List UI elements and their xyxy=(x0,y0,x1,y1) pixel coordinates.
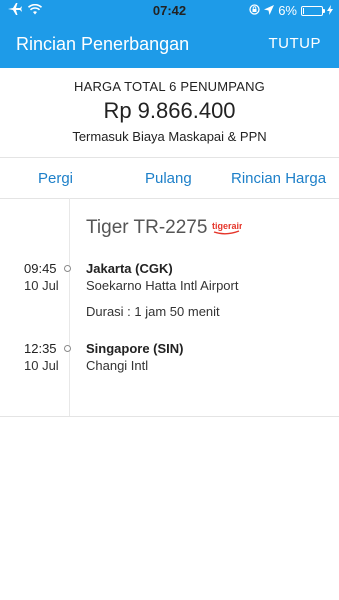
total-price-label: HARGA TOTAL 6 PENUMPANG xyxy=(74,79,265,94)
tab-pulang[interactable]: Pulang xyxy=(145,170,192,187)
airline-logo: tigerair xyxy=(212,219,243,237)
departure-city: Jakarta (CGK) xyxy=(86,261,173,276)
arrival-date: 10 Jul xyxy=(24,358,59,373)
app-header: 07:42 6% Rincian Penerbangan TUTUP xyxy=(0,0,339,68)
battery-percent: 6% xyxy=(278,3,297,18)
nav-bar: Rincian Penerbangan TUTUP xyxy=(0,22,339,68)
total-price: Rp 9.866.400 xyxy=(103,98,236,123)
departure-dot xyxy=(64,265,71,272)
departure-date: 10 Jul xyxy=(24,278,59,293)
airline-logo-text: tigerair xyxy=(212,221,242,231)
status-bar: 07:42 6% xyxy=(0,0,339,22)
departure-time: 09:45 xyxy=(24,261,57,276)
page-title: Rincian Penerbangan xyxy=(16,34,190,54)
arrival-time: 12:35 xyxy=(24,341,57,356)
price-note: Termasuk Biaya Maskapai & PPN xyxy=(72,129,267,144)
flight-name: Tiger TR-2275 xyxy=(86,217,208,238)
status-right: 6% xyxy=(249,3,333,18)
battery-fill xyxy=(303,7,304,14)
arrival-city: Singapore (SIN) xyxy=(86,341,184,356)
tab-pergi[interactable]: Pergi xyxy=(38,170,73,187)
location-icon xyxy=(264,3,275,18)
flight-duration: Durasi : 1 jam 50 menit xyxy=(86,304,220,319)
rotation-lock-icon xyxy=(249,3,260,18)
charging-icon xyxy=(327,3,333,18)
price-summary: HARGA TOTAL 6 PENUMPANG Rp 9.866.400 Ter… xyxy=(0,68,339,158)
battery-icon xyxy=(301,5,325,16)
departure-airport: Soekarno Hatta Intl Airport xyxy=(86,278,239,293)
flight-detail: Tiger TR-2275 tigerair 09:45 10 Jul Jaka… xyxy=(0,198,339,417)
tab-rincian-harga[interactable]: Rincian Harga xyxy=(231,170,326,187)
timeline-line xyxy=(69,198,70,416)
arrival-airport: Changi Intl xyxy=(86,358,149,373)
tab-bar: Pergi Pulang Rincian Harga xyxy=(0,157,339,199)
close-button[interactable]: TUTUP xyxy=(269,35,322,52)
arrival-dot xyxy=(64,345,71,352)
